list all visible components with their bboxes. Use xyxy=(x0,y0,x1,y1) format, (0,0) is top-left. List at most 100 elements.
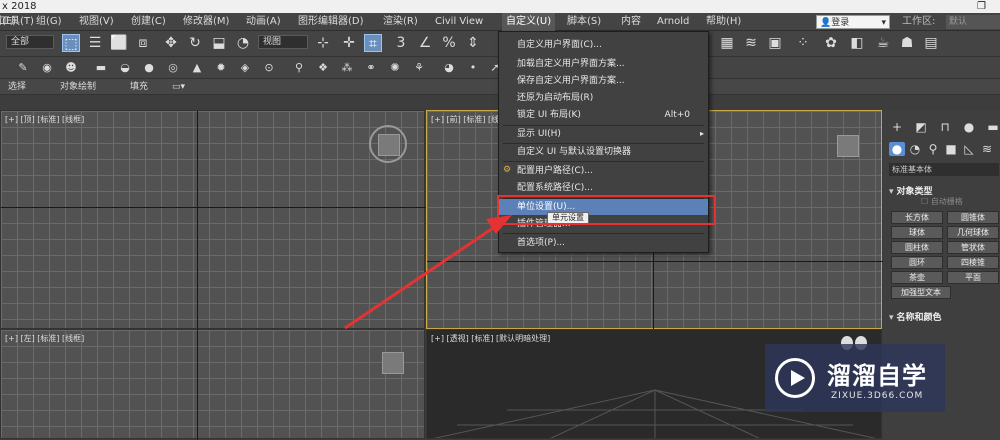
render-teapot-icon[interactable]: ☕ xyxy=(874,34,892,52)
mask-icon[interactable]: ☻ xyxy=(62,59,80,77)
rotate-icon[interactable]: ↻ xyxy=(186,34,204,52)
viewport-left-label[interactable]: [+] [左] [标准] [线框] xyxy=(5,333,84,344)
ribbon-options-icon[interactable]: ▭▾ xyxy=(172,79,185,95)
menu-customize[interactable]: 自定义(U) xyxy=(502,13,556,31)
move-icon[interactable]: ✥ xyxy=(162,34,180,52)
cone-button[interactable]: 圆锥体 xyxy=(947,211,999,224)
dot-icon[interactable]: • xyxy=(464,59,482,77)
rendered-frame-icon[interactable]: ✿ xyxy=(822,34,840,52)
menu-item-revert-layout[interactable]: 还原为启动布局(R) xyxy=(499,90,708,106)
selection-filter-dropdown[interactable]: 全部 xyxy=(6,35,54,49)
keyboard-shortcut-override-icon[interactable]: ⌗ xyxy=(364,34,382,52)
textplus-button[interactable]: 加强型文本 xyxy=(891,286,951,299)
menu-view[interactable]: 视图(V) xyxy=(79,13,114,31)
menu-create[interactable]: 创建(C) xyxy=(131,13,166,31)
pyramid-button[interactable]: 四棱锥 xyxy=(947,256,999,269)
teapot-button[interactable]: 茶壶 xyxy=(891,271,943,284)
menu-item-show-ui[interactable]: 显示 UI(H) ▸ xyxy=(499,126,708,142)
menu-rendering[interactable]: 渲染(R) xyxy=(383,13,418,31)
paint-icon[interactable]: ✎ xyxy=(14,59,32,77)
display-tab-icon[interactable]: ▬ xyxy=(985,120,1000,134)
window-crossing-icon[interactable]: ⧈ xyxy=(134,34,152,52)
geometry-icon[interactable]: ● xyxy=(889,142,905,156)
render-icon[interactable]: ◧ xyxy=(848,34,866,52)
spinner-snap-icon[interactable]: ⇕ xyxy=(464,34,482,52)
pivot-icon[interactable]: ⊹ xyxy=(314,34,332,52)
select-icon[interactable]: ⬚ xyxy=(62,34,80,52)
spacewarps-icon[interactable]: ≋ xyxy=(979,142,995,156)
create-tab-icon[interactable]: + xyxy=(889,120,905,134)
menu-scripting[interactable]: 脚本(S) xyxy=(567,13,601,31)
light-icon[interactable]: ◈ xyxy=(236,59,254,77)
snap-toggle-icon[interactable]: 3 xyxy=(392,34,410,52)
globe-icon[interactable]: ◕ xyxy=(440,59,458,77)
render-iterative-icon[interactable]: ☗ xyxy=(898,34,916,52)
menu-item-load-ui-scheme[interactable]: 加载自定义用户界面方案... xyxy=(499,56,708,72)
viewcube-icon[interactable] xyxy=(382,352,404,374)
reference-coordinate-dropdown[interactable]: 视图 xyxy=(258,35,308,49)
modify-tab-icon[interactable]: ◩ xyxy=(913,120,929,134)
material-editor-icon[interactable]: ▣ xyxy=(766,34,784,52)
menu-item-system-paths[interactable]: 配置系统路径(C)... xyxy=(499,180,708,196)
scale-icon[interactable]: ⬓ xyxy=(210,34,228,52)
network-icon[interactable]: ⁂ xyxy=(338,59,356,77)
brush-icon[interactable]: ⚘ xyxy=(410,59,428,77)
select-manipulate-icon[interactable]: ✛ xyxy=(340,34,358,52)
shapes-icon[interactable]: ◔ xyxy=(907,142,923,156)
menu-arnold[interactable]: Arnold xyxy=(657,13,689,31)
torus-button[interactable]: 圆环 xyxy=(891,256,943,269)
viewcube-icon[interactable] xyxy=(378,134,400,156)
percent-snap-icon[interactable]: % xyxy=(440,34,458,52)
tube-button[interactable]: 管状体 xyxy=(947,241,999,254)
a360-render-icon[interactable]: ▤ xyxy=(922,34,940,52)
menu-group[interactable]: 组(G) xyxy=(36,13,62,31)
cloth-icon[interactable]: ❖ xyxy=(314,59,332,77)
circle-icon[interactable]: ● xyxy=(140,59,158,77)
lights-icon[interactable]: ⚲ xyxy=(925,142,941,156)
menu-graph-editors[interactable]: 图形编辑器(D) xyxy=(298,13,364,31)
hierarchy-tab-icon[interactable]: ⊓ xyxy=(937,120,953,134)
tab-populate[interactable]: 填充 xyxy=(130,79,148,95)
eye-icon[interactable]: ◎ xyxy=(164,59,182,77)
viewport-left[interactable]: [+] [左] [标准] [线框] xyxy=(0,329,425,440)
sphere-button[interactable]: 球体 xyxy=(891,226,943,239)
hair-icon[interactable]: ✺ xyxy=(386,59,404,77)
menu-modifiers[interactable]: 修改器(M) xyxy=(183,13,229,31)
cone-icon[interactable]: ▲ xyxy=(188,59,206,77)
viewcube-icon[interactable] xyxy=(837,135,859,157)
menu-civil-view[interactable]: Civil View xyxy=(435,13,483,31)
place-icon[interactable]: ◔ xyxy=(234,34,252,52)
motion-tab-icon[interactable]: ● xyxy=(961,120,977,134)
autogrid-checkbox[interactable]: ☐ 自动栅格 xyxy=(921,196,963,207)
menu-content[interactable]: 内容 xyxy=(621,13,641,31)
render-setup-icon[interactable]: ⁘ xyxy=(794,34,812,52)
menu-item-preferences[interactable]: 首选项(P)... xyxy=(499,235,708,251)
sun-icon[interactable]: ✹ xyxy=(212,59,230,77)
curve-editor-icon[interactable]: ▦ xyxy=(718,34,736,52)
pin-icon[interactable]: ⚲ xyxy=(290,59,308,77)
plane-button[interactable]: 平面 xyxy=(947,271,999,284)
viewport-top-label[interactable]: [+] [顶] [标准] [线框] xyxy=(5,114,84,125)
cameras-icon[interactable]: ■ xyxy=(943,142,959,156)
rect-region-icon[interactable]: ⬜ xyxy=(110,34,128,52)
menu-item-user-paths[interactable]: ⚙ 配置用户路径(C)... xyxy=(499,163,708,179)
angle-snap-icon[interactable]: ∠ xyxy=(416,34,434,52)
select-by-name-icon[interactable]: ☰ xyxy=(86,34,104,52)
geosphere-button[interactable]: 几何球体 xyxy=(947,226,999,239)
link-icon[interactable]: ⚭ xyxy=(362,59,380,77)
menu-item-lock-ui-layout[interactable]: 锁定 UI 布局(K) Alt+0 xyxy=(499,107,708,123)
object-category-dropdown[interactable]: 标准基本体 xyxy=(889,163,999,176)
viewport-top[interactable]: [+] [顶] [标准] [线框] xyxy=(0,110,426,330)
menu-item-ui-switcher[interactable]: 自定义 UI 与默认设置切换器 xyxy=(499,144,708,160)
menu-item-customize-ui[interactable]: 自定义用户界面(C)... xyxy=(499,37,708,53)
menu-item-save-ui-scheme[interactable]: 保存自定义用户界面方案... xyxy=(499,73,708,89)
schematic-view-icon[interactable]: ≋ xyxy=(742,34,760,52)
box-icon[interactable]: ▬ xyxy=(92,59,110,77)
login-dropdown[interactable]: 👤登录 ▾ xyxy=(816,15,890,29)
menu-animation[interactable]: 动画(A) xyxy=(246,13,281,31)
target-icon[interactable]: ⊙ xyxy=(260,59,278,77)
tab-selection[interactable]: 选择 xyxy=(8,79,26,95)
sphere-icon[interactable]: ◒ xyxy=(116,59,134,77)
camera-icon[interactable]: ◉ xyxy=(38,59,56,77)
name-color-rollout[interactable]: ▾ 名称和颜色 xyxy=(889,310,942,323)
